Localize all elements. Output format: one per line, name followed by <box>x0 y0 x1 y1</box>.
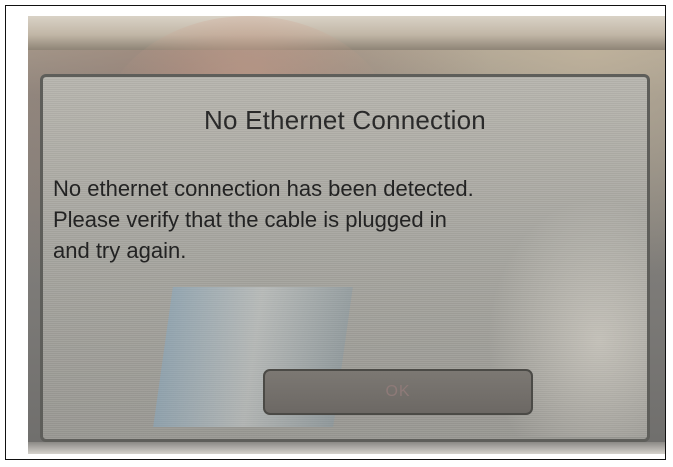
dialog-title: No Ethernet Connection <box>204 105 486 135</box>
photo-frame: No Ethernet Connection No ethernet conne… <box>5 5 666 460</box>
device-screen: No Ethernet Connection No ethernet conne… <box>40 74 650 442</box>
device-photo: No Ethernet Connection No ethernet conne… <box>28 16 665 454</box>
ok-button[interactable]: OK <box>263 369 533 415</box>
device-bezel-bottom <box>28 442 665 454</box>
ok-button-label: OK <box>385 383 411 400</box>
dialog-message: No ethernet connection has been detected… <box>53 176 474 263</box>
